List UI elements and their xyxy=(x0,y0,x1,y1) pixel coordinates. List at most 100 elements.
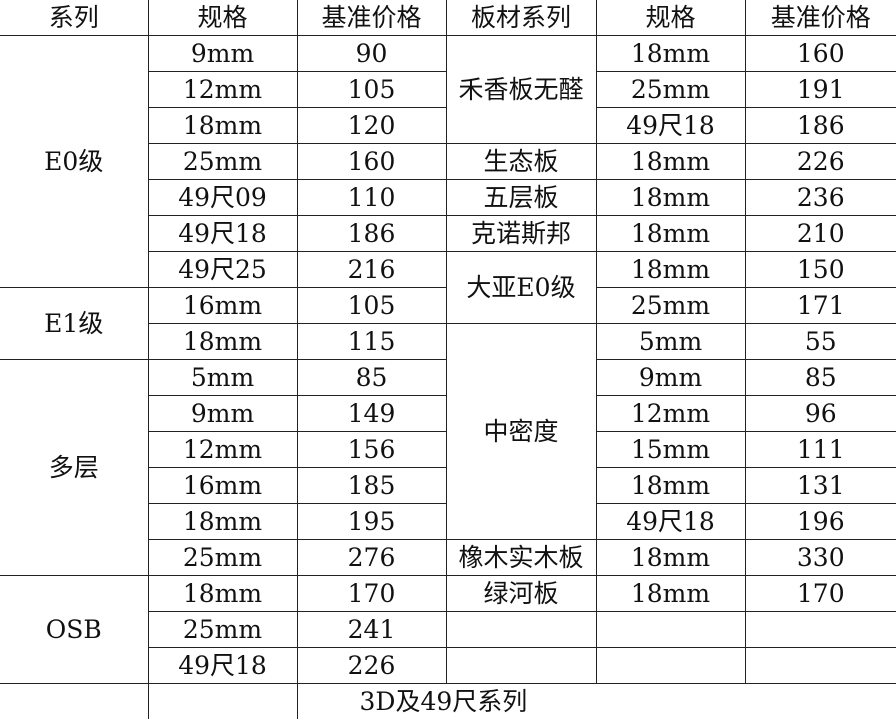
spec-cell: 25mm xyxy=(596,72,745,108)
price-cell: 330 xyxy=(745,540,896,576)
spec-cell: 9mm xyxy=(596,360,745,396)
price-cell: 191 xyxy=(745,72,896,108)
spec-cell: 18mm xyxy=(596,540,745,576)
header-board-series: 板材系列 xyxy=(446,0,596,36)
spec-cell: 49尺18 xyxy=(596,108,745,144)
price-cell: 156 xyxy=(297,432,446,468)
price-table: 系列 规格 基准价格 板材系列 规格 基准价格 E0级 9mm 90 禾香板无醛… xyxy=(0,0,896,719)
spec-cell: 18mm xyxy=(148,576,297,612)
price-cell: 105 xyxy=(297,288,446,324)
table-row: E0级 9mm 90 禾香板无醛 18mm 160 xyxy=(0,36,896,72)
header-price: 基准价格 xyxy=(297,0,446,36)
header-series: 系列 xyxy=(0,0,148,36)
price-cell: 120 xyxy=(297,108,446,144)
table-row: OSB 18mm 170 绿河板 18mm 170 xyxy=(0,576,896,612)
spec-cell: 25mm xyxy=(148,612,297,648)
price-cell: 226 xyxy=(297,648,446,684)
price-cell: 195 xyxy=(297,504,446,540)
board-series-shengtai: 生态板 xyxy=(446,144,596,180)
price-cell: 210 xyxy=(745,216,896,252)
spec-cell: 18mm xyxy=(596,144,745,180)
price-cell: 216 xyxy=(297,252,446,288)
spec-cell: 18mm xyxy=(596,252,745,288)
price-cell: 150 xyxy=(745,252,896,288)
spec-cell: 25mm xyxy=(148,144,297,180)
header-spec: 规格 xyxy=(148,0,297,36)
price-cell: 185 xyxy=(297,468,446,504)
footer-row: 3D及49尺系列 xyxy=(0,684,896,719)
empty-cell xyxy=(745,612,896,648)
price-cell: 186 xyxy=(745,108,896,144)
spec-cell: 25mm xyxy=(596,288,745,324)
header-row: 系列 规格 基准价格 板材系列 规格 基准价格 xyxy=(0,0,896,36)
empty-cell xyxy=(446,612,596,648)
series-osb: OSB xyxy=(0,576,148,684)
price-cell: 170 xyxy=(745,576,896,612)
spec-cell: 12mm xyxy=(148,432,297,468)
header-spec-2: 规格 xyxy=(596,0,745,36)
price-cell: 170 xyxy=(297,576,446,612)
series-duoceng: 多层 xyxy=(0,360,148,576)
spec-cell: 18mm xyxy=(596,468,745,504)
spec-cell: 9mm xyxy=(148,396,297,432)
spec-cell: 5mm xyxy=(148,360,297,396)
price-cell: 171 xyxy=(745,288,896,324)
price-cell: 131 xyxy=(745,468,896,504)
empty-cell xyxy=(745,648,896,684)
price-cell: 276 xyxy=(297,540,446,576)
price-cell: 241 xyxy=(297,612,446,648)
price-cell: 115 xyxy=(297,324,446,360)
price-cell: 111 xyxy=(745,432,896,468)
spec-cell: 18mm xyxy=(596,216,745,252)
spec-cell: 49尺18 xyxy=(148,648,297,684)
empty-cell xyxy=(596,648,745,684)
spec-cell: 9mm xyxy=(148,36,297,72)
empty-cell xyxy=(0,684,148,719)
price-cell: 110 xyxy=(297,180,446,216)
spec-cell: 18mm xyxy=(148,108,297,144)
spec-cell: 49尺09 xyxy=(148,180,297,216)
board-series-wuceng: 五层板 xyxy=(446,180,596,216)
price-cell: 105 xyxy=(297,72,446,108)
price-cell: 96 xyxy=(745,396,896,432)
empty-cell xyxy=(446,648,596,684)
spec-cell: 16mm xyxy=(148,468,297,504)
spec-cell: 18mm xyxy=(596,36,745,72)
series-e1: E1级 xyxy=(0,288,148,360)
spec-cell: 49尺25 xyxy=(148,252,297,288)
price-cell: 196 xyxy=(745,504,896,540)
price-cell: 85 xyxy=(745,360,896,396)
board-series-hexiang: 禾香板无醛 xyxy=(446,36,596,144)
price-cell: 160 xyxy=(745,36,896,72)
board-series-mdf: 中密度 xyxy=(446,324,596,540)
footer-label: 3D及49尺系列 xyxy=(297,684,896,719)
spec-cell: 18mm xyxy=(596,180,745,216)
header-price-2: 基准价格 xyxy=(745,0,896,36)
spec-cell: 18mm xyxy=(596,576,745,612)
spec-cell: 25mm xyxy=(148,540,297,576)
spec-cell: 12mm xyxy=(148,72,297,108)
spec-cell: 12mm xyxy=(596,396,745,432)
spec-cell: 18mm xyxy=(148,504,297,540)
board-series-daya: 大亚E0级 xyxy=(446,252,596,324)
price-cell: 226 xyxy=(745,144,896,180)
board-series-kronospan: 克诺斯邦 xyxy=(446,216,596,252)
price-cell: 186 xyxy=(297,216,446,252)
price-cell: 149 xyxy=(297,396,446,432)
spec-cell: 5mm xyxy=(596,324,745,360)
price-cell: 236 xyxy=(745,180,896,216)
series-e0: E0级 xyxy=(0,36,148,288)
board-series-lvhe: 绿河板 xyxy=(446,576,596,612)
price-cell: 55 xyxy=(745,324,896,360)
spec-cell: 15mm xyxy=(596,432,745,468)
price-cell: 90 xyxy=(297,36,446,72)
empty-cell xyxy=(596,612,745,648)
board-series-oak: 橡木实木板 xyxy=(446,540,596,576)
spec-cell: 49尺18 xyxy=(148,216,297,252)
empty-cell xyxy=(148,684,297,719)
spec-cell: 16mm xyxy=(148,288,297,324)
spec-cell: 49尺18 xyxy=(596,504,745,540)
price-cell: 160 xyxy=(297,144,446,180)
spec-cell: 18mm xyxy=(148,324,297,360)
price-cell: 85 xyxy=(297,360,446,396)
